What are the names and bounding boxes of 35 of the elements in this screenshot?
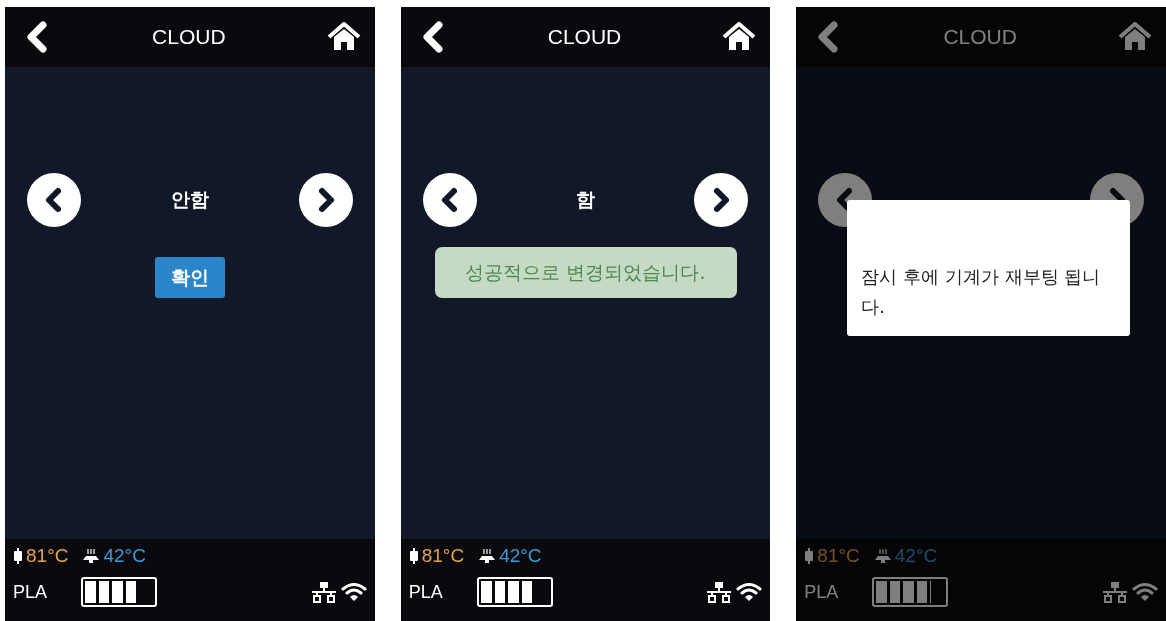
option-value: 함 [576,187,595,212]
material-label: PLA [408,581,444,603]
wifi-icon [736,581,763,603]
ethernet-icon [1101,581,1129,603]
material-label: PLA [13,581,49,603]
previous-option-button[interactable] [422,173,477,227]
bed-temperature: 42°C [894,545,938,567]
nozzle-temperature: 81°C [26,545,69,567]
nozzle-temperature: 81°C [817,545,860,567]
option-value: 안함 [170,187,209,212]
nozzle-icon [804,548,815,564]
material-label: PLA [804,581,840,603]
heated-bed-icon [82,548,101,564]
confirm-button[interactable]: 확인 [154,257,225,298]
previous-option-button[interactable] [27,173,81,227]
home-icon[interactable] [326,22,361,52]
heated-bed-icon [478,548,497,564]
success-toast: 성공적으로 변경되었습니다. [434,247,737,298]
wifi-icon [340,581,367,603]
nozzle-temperature: 81°C [421,545,465,567]
screen-title: CLOUD [943,25,1017,49]
screen-title: CLOUD [152,25,226,49]
bed-temperature: 42°C [499,545,542,567]
ethernet-icon [705,581,734,603]
reboot-dialog: 잠시 후에 기계가 재부팅 됩니다. [847,200,1131,336]
next-option-button[interactable] [694,173,749,227]
screen-title: CLOUD [547,25,622,49]
nozzle-icon [408,548,419,564]
bed-temperature: 42°C [103,545,146,567]
ethernet-icon [309,581,338,603]
heated-bed-icon [873,548,892,564]
home-icon[interactable] [722,22,757,52]
next-option-button[interactable] [298,173,353,227]
nozzle-icon [13,548,23,564]
wifi-icon [1132,581,1158,603]
